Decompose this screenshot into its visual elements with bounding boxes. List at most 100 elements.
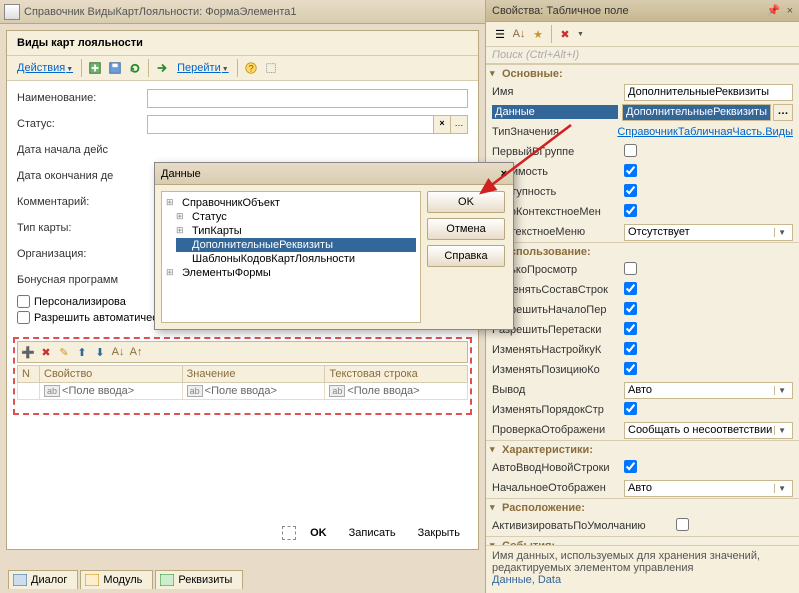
tree-item-cardtype[interactable]: ТипКарты bbox=[176, 224, 416, 238]
prop-allowbegin-checkbox[interactable] bbox=[624, 302, 637, 315]
section-layout[interactable]: Расположение: bbox=[486, 499, 799, 516]
dialog-help-button[interactable]: Справка bbox=[427, 245, 505, 267]
prop-changerows-checkbox[interactable] bbox=[624, 282, 637, 295]
prop-allowdrag-checkbox[interactable] bbox=[624, 322, 637, 335]
refresh-icon[interactable] bbox=[126, 59, 144, 77]
tab-dialog[interactable]: Диалог bbox=[8, 570, 78, 589]
chevron-down-icon[interactable]: ▼ bbox=[774, 228, 789, 237]
prop-name-input[interactable] bbox=[624, 84, 793, 101]
properties-search[interactable]: Поиск (Ctrl+Alt+I) bbox=[486, 47, 799, 64]
row-up-icon[interactable]: ⬆ bbox=[74, 344, 90, 360]
table-row[interactable]: ab<Поле ввода> ab<Поле ввода> ab<Поле вв… bbox=[18, 383, 468, 400]
prop-access-checkbox[interactable] bbox=[624, 184, 637, 197]
save-button[interactable]: Записать bbox=[341, 525, 404, 541]
prop-changesettings-checkbox[interactable] bbox=[624, 342, 637, 355]
col-value[interactable]: Значение bbox=[182, 366, 325, 383]
help-icon[interactable]: ? bbox=[242, 59, 260, 77]
prop-changepos-checkbox[interactable] bbox=[624, 362, 637, 375]
section-char[interactable]: Характеристики: bbox=[486, 441, 799, 458]
row-del-icon[interactable]: ✖ bbox=[38, 344, 54, 360]
tree-item-extra-props[interactable]: ДополнительныеРеквизиты bbox=[176, 238, 416, 252]
prop-activate-label: АктивизироватьПоУмолчанию bbox=[492, 520, 672, 532]
prop-changeorder-checkbox[interactable] bbox=[624, 402, 637, 415]
dialog-ok-button[interactable]: OK bbox=[427, 191, 505, 213]
bottom-tabs: Диалог Модуль Реквизиты bbox=[8, 570, 243, 589]
status-input[interactable]: …× bbox=[147, 115, 468, 134]
col-n[interactable]: N bbox=[18, 366, 40, 383]
dialog-tab-icon bbox=[13, 574, 27, 586]
dialog-tree[interactable]: СправочникОбъект Статус ТипКарты Дополни… bbox=[161, 191, 421, 323]
card-type-label: Тип карты: bbox=[17, 222, 147, 234]
prop-cat-icon[interactable]: ☰ bbox=[492, 26, 508, 42]
chevron-down-icon[interactable]: ▼ bbox=[774, 484, 789, 493]
dialog-title: Данные bbox=[161, 163, 201, 184]
tree-item-formelements[interactable]: ЭлементыФормы bbox=[166, 266, 416, 280]
panel-pin-icon[interactable]: 📌 bbox=[767, 0, 781, 22]
section-usage[interactable]: Использование: bbox=[486, 243, 799, 260]
ok-button[interactable]: OK bbox=[302, 525, 335, 541]
chevron-down-icon[interactable]: ▼ bbox=[774, 426, 789, 435]
name-label: Наименование: bbox=[17, 92, 147, 104]
settings-icon[interactable] bbox=[262, 59, 280, 77]
properties-title: Свойства: Табличное поле bbox=[492, 0, 629, 22]
tree-item-status[interactable]: Статус bbox=[176, 210, 416, 224]
table-toolbar: ➕ ✖ ✎ ⬆ ⬇ A↓ A↑ bbox=[17, 341, 468, 363]
prop-footer-link[interactable]: Данные, Data bbox=[492, 574, 793, 586]
chevron-down-icon[interactable]: ▼ bbox=[774, 386, 789, 395]
data-dialog: Данные × СправочникОбъект Статус ТипКарт… bbox=[154, 162, 514, 330]
actions-menu[interactable]: Действия▼ bbox=[13, 60, 77, 76]
prop-data-input[interactable]: ДополнительныеРеквизиты bbox=[622, 104, 771, 121]
status-ellipsis-button[interactable]: … bbox=[450, 116, 467, 133]
add-icon[interactable] bbox=[86, 59, 104, 77]
save-icon[interactable] bbox=[106, 59, 124, 77]
prop-firstdisp-combo[interactable]: Авто▼ bbox=[624, 480, 793, 497]
prop-type-value[interactable]: СправочникТабличнаяЧасть.Виды bbox=[617, 126, 793, 138]
prop-visibility-checkbox[interactable] bbox=[624, 164, 637, 177]
prop-star-icon[interactable]: ★ bbox=[530, 26, 546, 42]
prop-activate-checkbox[interactable] bbox=[676, 518, 689, 531]
goto-menu[interactable]: Перейти▼ bbox=[173, 60, 233, 76]
prop-readonly-checkbox[interactable] bbox=[624, 262, 637, 275]
prop-type-label: ТипЗначения bbox=[492, 126, 613, 138]
bonus-label: Бонусная программ bbox=[17, 274, 147, 286]
status-label: Статус: bbox=[17, 118, 147, 130]
goto-icon[interactable] bbox=[153, 59, 171, 77]
personalized-checkbox[interactable] bbox=[17, 295, 30, 308]
prop-name-label: Имя bbox=[492, 86, 620, 98]
col-property[interactable]: Свойство bbox=[40, 366, 183, 383]
panel-close-icon[interactable]: × bbox=[787, 0, 793, 22]
close-button[interactable]: Закрыть bbox=[410, 525, 468, 541]
dialog-cancel-button[interactable]: Отмена bbox=[427, 218, 505, 240]
prop-firstingroup-checkbox[interactable] bbox=[624, 144, 637, 157]
properties-titlebar[interactable]: Свойства: Табличное поле 📌 × bbox=[486, 0, 799, 22]
form-window-title: Справочник ВидыКартЛояльности: ФормаЭлем… bbox=[24, 6, 297, 18]
prop-checkdisp-combo[interactable]: Сообщать о несоответствии▼ bbox=[624, 422, 793, 439]
autoreg-checkbox[interactable] bbox=[17, 311, 30, 324]
module-tab-icon bbox=[85, 574, 99, 586]
sort-desc-icon[interactable]: A↑ bbox=[128, 344, 144, 360]
row-down-icon[interactable]: ⬇ bbox=[92, 344, 108, 360]
prop-sort-icon[interactable]: A↓ bbox=[511, 26, 527, 42]
tree-root[interactable]: СправочникОбъект bbox=[166, 196, 416, 210]
prop-clear-icon[interactable]: ✖ bbox=[557, 26, 573, 42]
sort-asc-icon[interactable]: A↓ bbox=[110, 344, 126, 360]
prop-checkdisp-label: ПроверкаОтображени bbox=[492, 424, 620, 436]
status-clear-button[interactable]: × bbox=[433, 116, 450, 133]
prop-autonewline-checkbox[interactable] bbox=[624, 460, 637, 473]
col-textstring[interactable]: Текстовая строка bbox=[325, 366, 468, 383]
name-input[interactable] bbox=[147, 89, 468, 108]
tab-module[interactable]: Модуль bbox=[80, 570, 153, 589]
section-basic[interactable]: Основные: bbox=[486, 65, 799, 82]
row-add-icon[interactable]: ➕ bbox=[20, 344, 36, 360]
prop-data-ellipsis[interactable]: … bbox=[773, 104, 793, 121]
prop-output-combo[interactable]: Авто▼ bbox=[624, 382, 793, 399]
tab-attributes[interactable]: Реквизиты bbox=[155, 570, 243, 589]
dialog-close-button[interactable]: × bbox=[501, 163, 507, 184]
prop-footer-desc: Имя данных, используемых для хранения зн… bbox=[492, 550, 793, 574]
prop-autoctx-checkbox[interactable] bbox=[624, 204, 637, 217]
row-edit-icon[interactable]: ✎ bbox=[56, 344, 72, 360]
dialog-titlebar[interactable]: Данные × bbox=[155, 163, 513, 185]
tree-item-templates[interactable]: ШаблоныКодовКартЛояльности bbox=[176, 252, 416, 266]
prop-ctxmenu-combo[interactable]: Отсутствует▼ bbox=[624, 224, 793, 241]
table-grid[interactable]: N Свойство Значение Текстовая строка ab<… bbox=[17, 365, 468, 400]
